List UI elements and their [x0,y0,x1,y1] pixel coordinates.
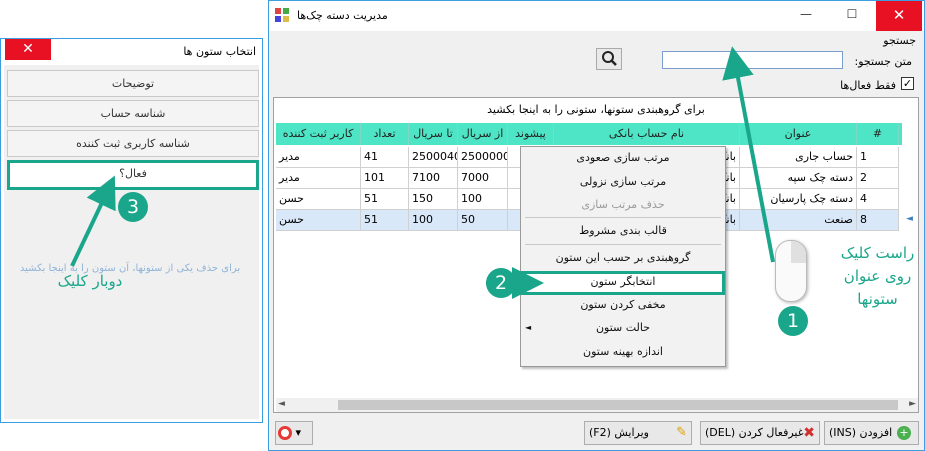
mouse-icon [775,240,807,302]
step1-badge: 1 [778,306,808,336]
arrow-step1 [722,46,775,263]
annotation-arrows [70,46,775,299]
step2-badge: 2 [486,268,516,298]
step3-text: دوبار کلیک [57,272,123,290]
arrow-step3 [70,175,116,267]
step1-text: راست کلیک روی عنوان ستونها [840,244,915,308]
step3-badge: 3 [118,192,148,222]
